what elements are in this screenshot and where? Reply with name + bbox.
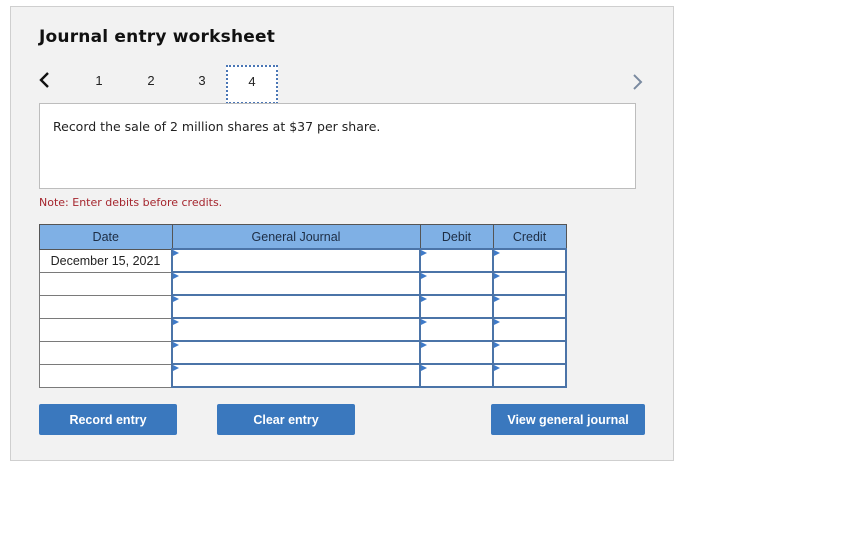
debit-input[interactable] (421, 297, 492, 316)
question-box: Record the sale of 2 million shares at $… (39, 103, 636, 189)
date-cell: December 15, 2021 (39, 248, 173, 273)
table-row (39, 340, 567, 365)
table-header-row: Date General Journal Debit Credit (39, 224, 567, 250)
worksheet-title: Journal entry worksheet (39, 27, 276, 47)
step-tab-2[interactable]: 2 (141, 73, 161, 88)
view-general-journal-button[interactable]: View general journal (491, 404, 645, 435)
credit-cell[interactable] (492, 317, 567, 342)
credit-input[interactable] (494, 297, 565, 316)
account-input[interactable] (173, 297, 419, 316)
header-date: Date (39, 224, 173, 250)
credit-cell[interactable] (492, 248, 567, 273)
account-cell[interactable] (171, 271, 421, 296)
credit-input[interactable] (494, 366, 565, 385)
debit-cell[interactable] (419, 248, 494, 273)
account-input[interactable] (173, 343, 419, 362)
account-cell[interactable] (171, 340, 421, 365)
debit-input[interactable] (421, 320, 492, 339)
table-row (39, 317, 567, 342)
table-row: December 15, 2021 (39, 248, 567, 273)
clear-entry-button[interactable]: Clear entry (217, 404, 355, 435)
question-text: Record the sale of 2 million shares at $… (53, 119, 381, 134)
account-input[interactable] (173, 274, 419, 293)
debit-cell[interactable] (419, 340, 494, 365)
account-cell[interactable] (171, 294, 421, 319)
debit-input[interactable] (421, 366, 492, 385)
debit-cell[interactable] (419, 294, 494, 319)
journal-table: Date General Journal Debit Credit Decemb… (39, 224, 567, 388)
date-cell (39, 317, 173, 342)
debit-input[interactable] (421, 274, 492, 293)
table-row (39, 294, 567, 319)
step-navigation: 1 2 3 4 (11, 65, 673, 105)
date-cell (39, 363, 173, 388)
credit-cell[interactable] (492, 340, 567, 365)
date-cell (39, 271, 173, 296)
account-cell[interactable] (171, 363, 421, 388)
note-text: Note: Enter debits before credits. (39, 196, 223, 209)
account-cell[interactable] (171, 317, 421, 342)
date-cell (39, 340, 173, 365)
header-credit: Credit (492, 224, 567, 250)
header-general-journal: General Journal (171, 224, 421, 250)
credit-cell[interactable] (492, 271, 567, 296)
credit-input[interactable] (494, 343, 565, 362)
account-input[interactable] (173, 320, 419, 339)
chevron-left-icon[interactable] (37, 69, 53, 91)
credit-input[interactable] (494, 274, 565, 293)
step-tab-1[interactable]: 1 (89, 73, 109, 88)
step-tab-4-active[interactable]: 4 (226, 65, 278, 104)
table-row (39, 363, 567, 388)
header-debit: Debit (419, 224, 494, 250)
debit-cell[interactable] (419, 271, 494, 296)
date-cell (39, 294, 173, 319)
credit-input[interactable] (494, 320, 565, 339)
credit-input[interactable] (494, 251, 565, 270)
debit-input[interactable] (421, 343, 492, 362)
chevron-right-icon[interactable] (629, 71, 645, 93)
account-input[interactable] (173, 366, 419, 385)
step-tab-3[interactable]: 3 (192, 73, 212, 88)
debit-cell[interactable] (419, 317, 494, 342)
account-cell[interactable] (171, 248, 421, 273)
journal-entry-worksheet-panel: Journal entry worksheet 1 2 3 4 Record t… (10, 6, 674, 461)
table-row (39, 271, 567, 296)
account-input[interactable] (173, 251, 419, 270)
record-entry-button[interactable]: Record entry (39, 404, 177, 435)
credit-cell[interactable] (492, 363, 567, 388)
step-tab-4-label: 4 (248, 74, 256, 89)
debit-cell[interactable] (419, 363, 494, 388)
debit-input[interactable] (421, 251, 492, 270)
credit-cell[interactable] (492, 294, 567, 319)
